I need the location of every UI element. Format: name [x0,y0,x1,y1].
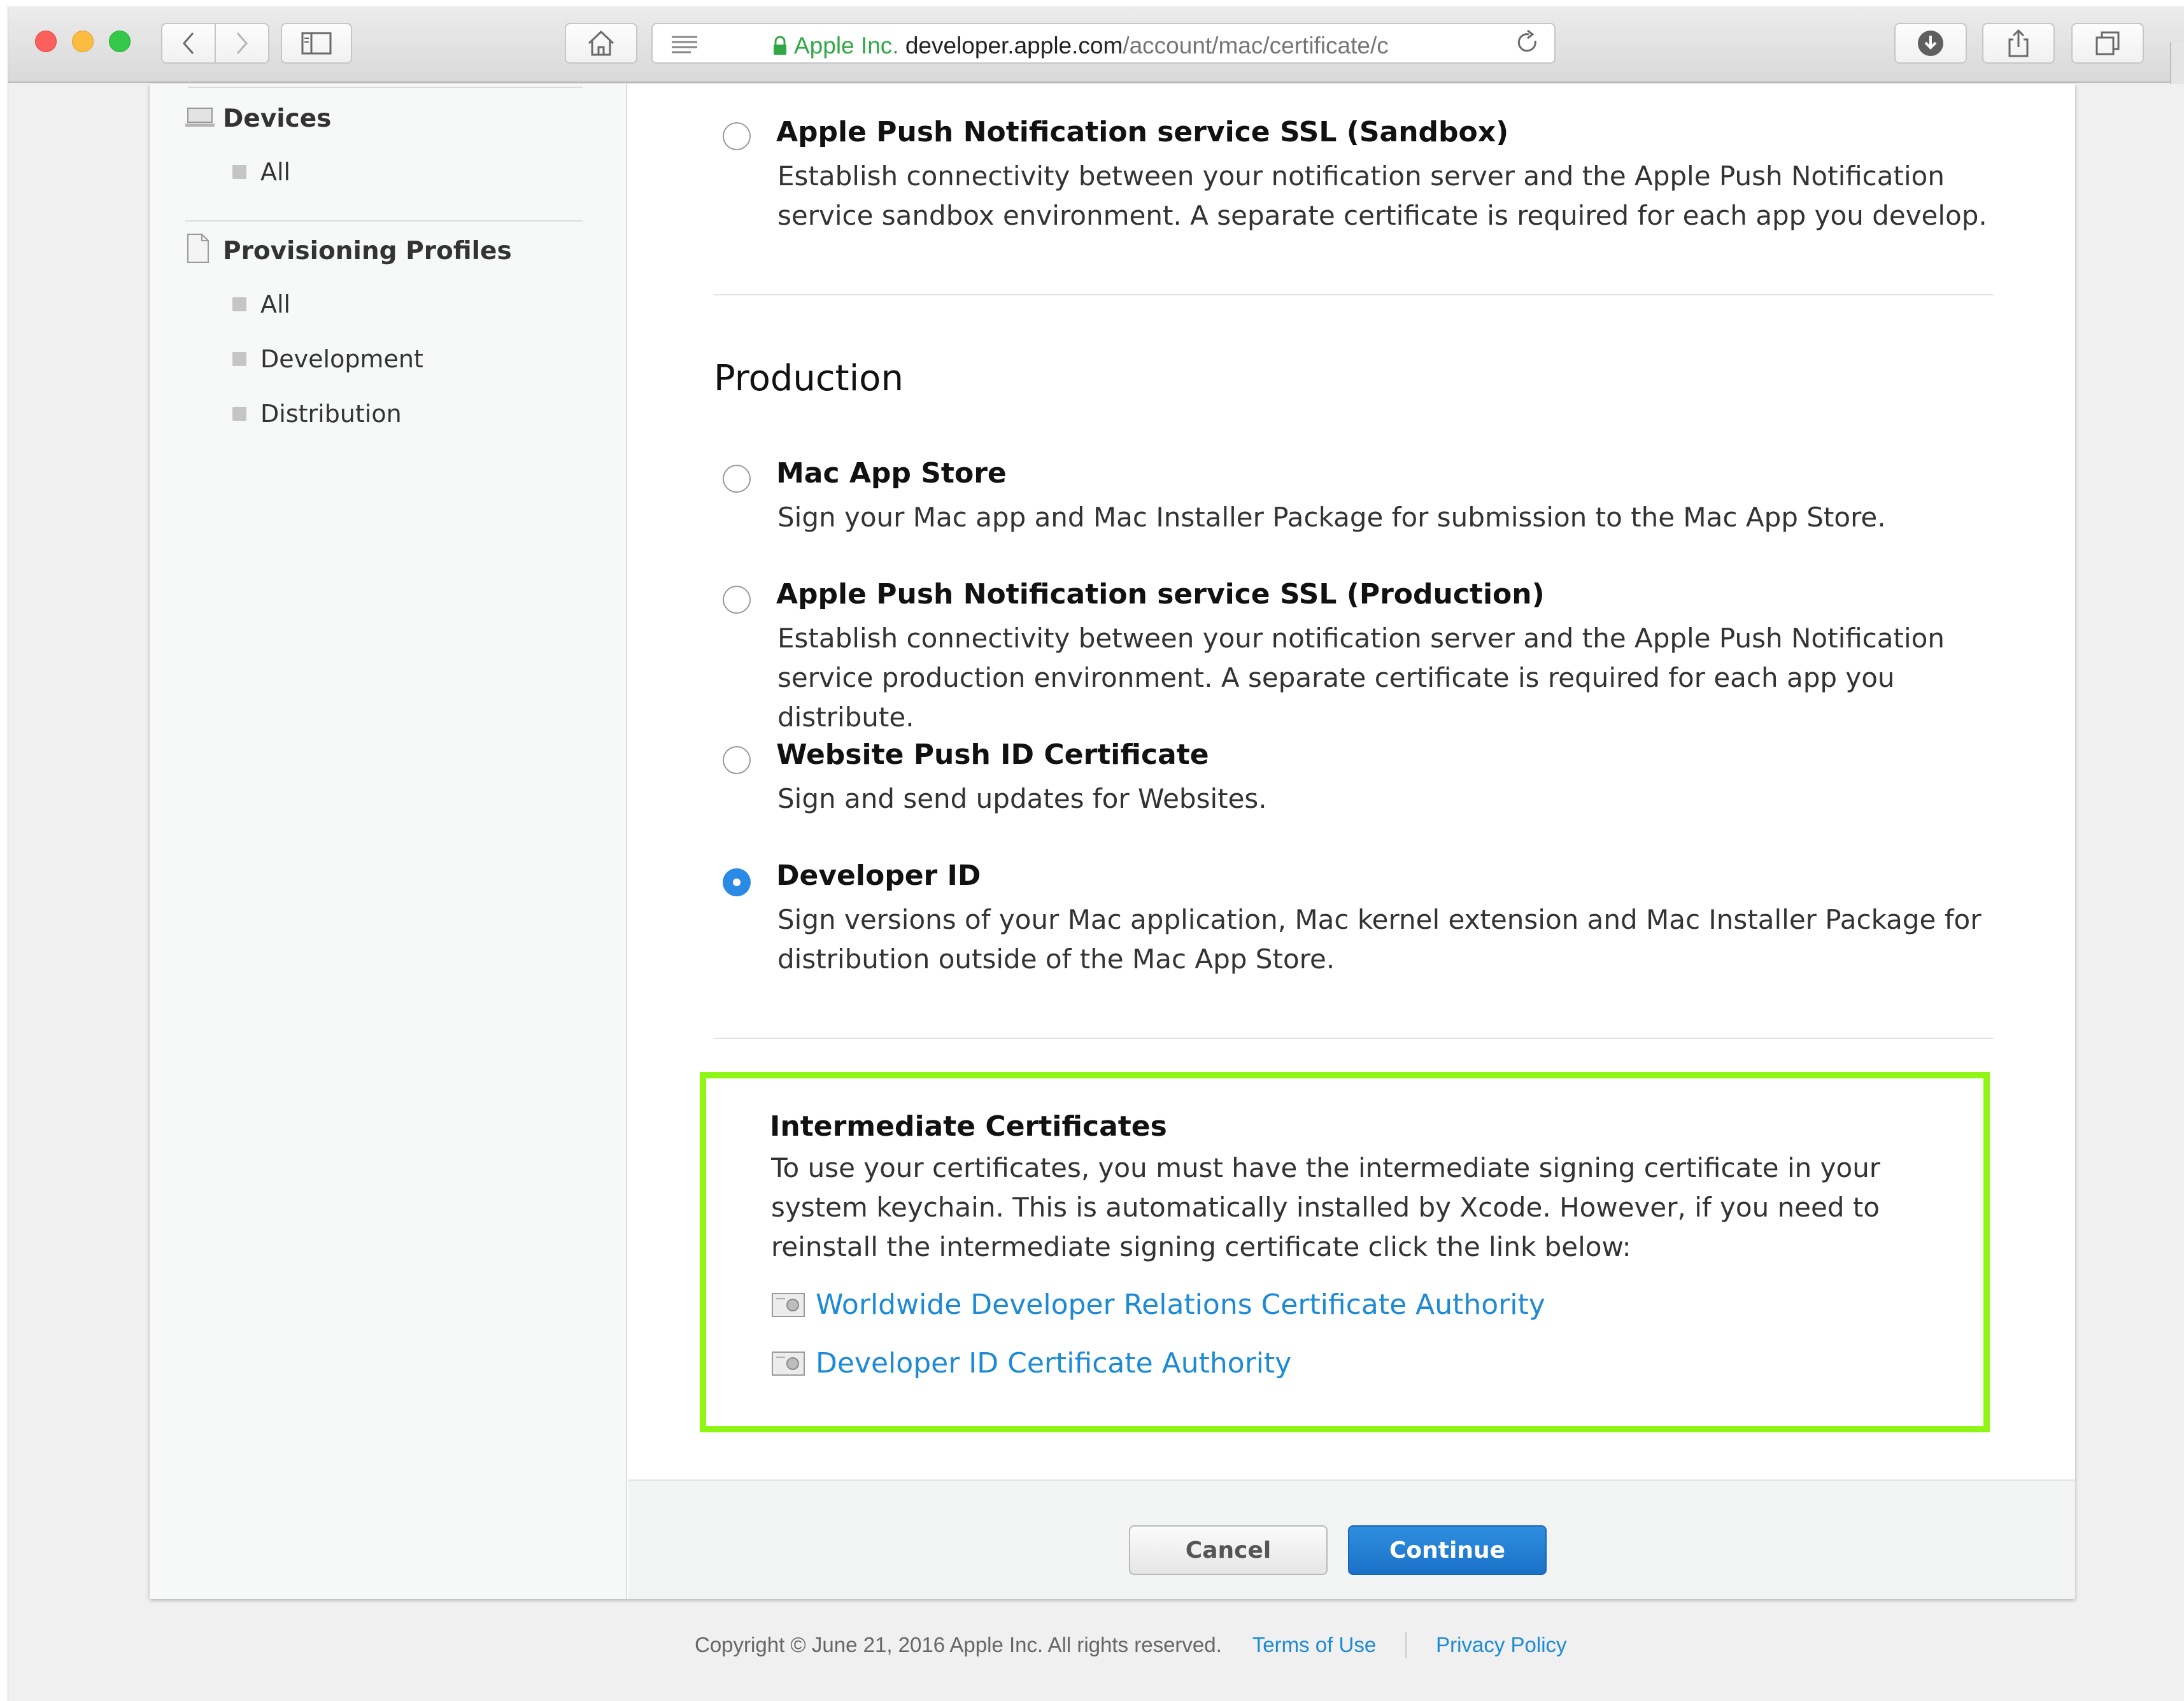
url-text: Apple Inc. developer.apple.com/account/m… [772,32,1441,59]
download-icon [1918,31,1943,56]
sidebar-item-profiles-development[interactable]: Development [232,345,423,373]
form-actions-bar: Cancel Continue [628,1479,2075,1599]
option-title-developer-id: Developer ID [776,859,981,892]
bullet-icon [232,165,246,179]
option-title-website-push-id: Website Push ID Certificate [776,738,1209,771]
nav-buttons [161,23,269,64]
radio-website-push-id[interactable] [723,746,751,774]
sidebar-item-label: Development [260,345,423,373]
bullet-icon [232,297,246,311]
home-icon [588,30,614,56]
option-desc-apns-sandbox: Establish connectivity between your noti… [777,160,1987,231]
option-desc-website-push-id: Sign and send updates for Websites. [777,783,1267,814]
copyright-text: Copyright © June 21, 2016 Apple Inc. All… [695,1633,1222,1656]
main-content: Apple Push Notification service SSL (San… [628,84,2075,1599]
terms-of-use-link[interactable]: Terms of Use [1252,1633,1376,1657]
cancel-button[interactable]: Cancel [1129,1525,1328,1575]
url-path: /account/mac/certificate/c [1123,32,1389,59]
sidebar-item-label: Distribution [260,400,402,428]
page-footer: Copyright © June 21, 2016 Apple Inc. All… [695,1632,1567,1658]
browser-toolbar: Apple Inc. developer.apple.com/account/m… [8,6,2184,87]
share-button[interactable] [1982,23,2055,64]
option-desc-apns-production: Establish connectivity between your noti… [777,623,1945,733]
intermediate-certificates-desc: To use your certificates, you must have … [771,1152,1881,1262]
link-developer-id-certificate-authority[interactable]: Developer ID Certificate Authority [771,1347,1291,1380]
option-title-apns-sandbox: Apple Push Notification service SSL (San… [776,116,1509,148]
link-wwdr-certificate[interactable]: Worldwide Developer Relations Certificat… [771,1288,1545,1321]
address-bar[interactable]: Apple Inc. developer.apple.com/account/m… [651,23,1556,64]
sidebar-item-label: All [260,290,291,318]
certificate-icon [772,1292,805,1317]
privacy-policy-link[interactable]: Privacy Policy [1436,1633,1566,1657]
reload-icon [1517,29,1536,52]
link-label: Worldwide Developer Relations Certificat… [816,1288,1545,1321]
radio-apns-production[interactable] [723,586,751,614]
sidebar-item-devices-all[interactable]: All [232,158,290,186]
window-edge [2170,42,2184,87]
sidebar-item-label: All [260,158,291,186]
content-card: Devices All Provisioning Profiles All De… [150,84,2075,1599]
chevron-left-icon [183,32,194,54]
continue-button[interactable]: Continue [1348,1525,1547,1575]
lock-icon [774,36,786,55]
option-title-mac-app-store: Mac App Store [776,457,1007,490]
sidebar-section-devices[interactable]: Devices [223,104,331,133]
minimize-window-button[interactable] [72,31,94,52]
zoom-window-button[interactable] [109,31,131,52]
option-title-apns-production: Apple Push Notification service SSL (Pro… [776,578,1545,611]
reader-icon[interactable] [665,32,704,57]
home-button[interactable] [565,23,637,64]
sidebar-item-profiles-all[interactable]: All [232,290,290,318]
section-divider [714,294,1994,295]
radio-developer-id[interactable] [723,868,751,896]
url-organization: Apple Inc. [794,32,899,59]
option-desc-developer-id: Sign versions of your Mac application, M… [777,904,1982,975]
section-divider [714,1038,1994,1039]
bullet-icon [232,407,246,421]
sidebar-item-profiles-distribution[interactable]: Distribution [232,400,402,428]
tabs-icon [2095,31,2120,55]
url-domain: developer.apple.com [905,32,1123,59]
sidebar-icon [301,32,332,55]
radio-apns-sandbox[interactable] [723,122,751,150]
browser-window: Apple Inc. developer.apple.com/account/m… [8,6,2184,1701]
intermediate-certificates-title: Intermediate Certificates [770,1110,1167,1143]
reload-button[interactable] [1515,29,1540,64]
web-page: Devices All Provisioning Profiles All De… [8,84,2184,1701]
link-label: Developer ID Certificate Authority [816,1347,1292,1380]
sidebar-divider [185,220,583,222]
share-icon [2008,29,2029,57]
certificate-icon [772,1351,805,1376]
sidebar-toggle-button[interactable] [281,23,352,64]
downloads-button[interactable] [1894,23,1967,64]
back-button[interactable] [162,24,215,62]
option-desc-mac-app-store: Sign your Mac app and Mac Installer Pack… [777,502,1886,533]
document-icon [187,234,209,263]
close-window-button[interactable] [35,31,57,52]
tabs-overview-button[interactable] [2071,23,2144,64]
section-heading-production: Production [714,358,904,399]
sidebar-section-provisioning-profiles[interactable]: Provisioning Profiles [223,237,512,265]
footer-separator [1405,1632,1407,1658]
radio-mac-app-store[interactable] [723,465,751,493]
bullet-icon [232,352,246,366]
chevron-right-icon [236,32,248,54]
devices-icon [185,108,215,127]
sidebar-divider [188,87,583,88]
sidebar: Devices All Provisioning Profiles All De… [150,84,627,1599]
forward-button[interactable] [215,24,268,62]
